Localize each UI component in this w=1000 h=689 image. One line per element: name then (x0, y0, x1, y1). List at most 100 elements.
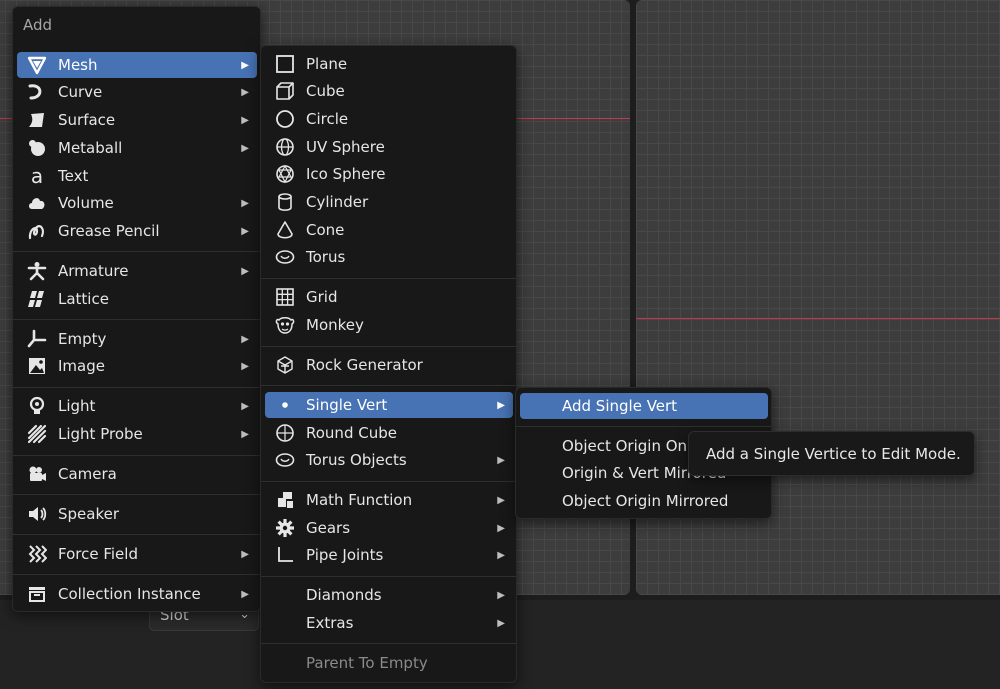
circle-icon (274, 108, 296, 130)
menu-separator (13, 494, 260, 495)
menu-item-single-vert[interactable]: Single Vert ▶ (265, 392, 513, 418)
menu-item-add-single-vert[interactable]: Add Single Vert (520, 393, 768, 419)
menu-item-label: Curve (58, 83, 103, 101)
menu-item-label: Parent To Empty (306, 654, 428, 672)
menu-item-monkey[interactable]: Monkey (265, 312, 513, 338)
menu-item-force-field[interactable]: Force Field ▶ (17, 541, 257, 567)
x-axis-line (516, 118, 630, 119)
blank-icon (274, 652, 296, 674)
menu-item-cube[interactable]: Cube (265, 78, 513, 104)
force-field-icon (26, 543, 48, 565)
vertex-dot-icon (274, 394, 296, 416)
menu-item-label: Round Cube (306, 424, 397, 442)
menu-item-label: Pipe Joints (306, 546, 384, 564)
submenu-arrow-icon: ▶ (241, 114, 249, 126)
add-menu: Add Mesh ▶ Curve ▶ Surface ▶ Metaball ▶ … (12, 6, 261, 612)
submenu-arrow-icon: ▶ (497, 522, 505, 534)
blank-icon (529, 490, 549, 512)
menu-item-label: Mesh (58, 56, 98, 74)
torus-objects-icon (274, 449, 296, 471)
menu-item-grease-pencil[interactable]: Grease Pencil ▶ (17, 218, 257, 244)
menu-item-collection-instance[interactable]: Collection Instance ▶ (17, 581, 257, 607)
submenu-arrow-icon: ▶ (241, 360, 249, 372)
menu-item-label: Object Origin Mirrored (562, 492, 729, 510)
menu-item-label: Single Vert (306, 396, 388, 414)
menu-item-parent-to-empty: Parent To Empty (265, 650, 513, 676)
menu-item-grid[interactable]: Grid (265, 284, 513, 310)
menu-item-volume[interactable]: Volume ▶ (17, 190, 257, 216)
menu-item-surface[interactable]: Surface ▶ (17, 107, 257, 133)
image-icon (26, 355, 48, 377)
menu-separator (261, 481, 516, 482)
menu-item-label: Diamonds (306, 586, 382, 604)
tooltip-text: Add a Single Vertice to Edit Mode. (706, 444, 961, 463)
menu-item-armature[interactable]: Armature ▶ (17, 258, 257, 284)
menu-item-circle[interactable]: Circle (265, 106, 513, 132)
cone-icon (274, 219, 296, 241)
menu-item-lattice[interactable]: Lattice (17, 286, 257, 312)
menu-item-label: Light Probe (58, 425, 143, 443)
menu-item-label: Torus Objects (306, 451, 407, 469)
menu-item-label: Force Field (58, 545, 138, 563)
menu-item-camera[interactable]: Camera (17, 461, 257, 487)
menu-item-pipe-joints[interactable]: Pipe Joints ▶ (265, 542, 513, 568)
menu-item-cone[interactable]: Cone (265, 217, 513, 243)
menu-item-speaker[interactable]: Speaker (17, 501, 257, 527)
monkey-icon (274, 314, 296, 336)
menu-separator (261, 278, 516, 279)
menu-item-image[interactable]: Image ▶ (17, 353, 257, 379)
menu-item-cylinder[interactable]: Cylinder (265, 189, 513, 215)
menu-item-uv-sphere[interactable]: UV Sphere (265, 134, 513, 160)
menu-item-rock-generator[interactable]: Rock Generator (265, 352, 513, 378)
menu-item-label: Armature (58, 262, 129, 280)
blank-icon (274, 612, 296, 634)
metaball-icon (26, 137, 48, 159)
camera-icon (26, 463, 48, 485)
menu-item-object-origin-mirrored[interactable]: Object Origin Mirrored (520, 488, 768, 514)
menu-item-label: Speaker (58, 505, 120, 523)
menu-item-label: Collection Instance (58, 585, 201, 603)
menu-separator (13, 534, 260, 535)
menu-item-torus-objects[interactable]: Torus Objects ▶ (265, 447, 513, 473)
menu-item-label: Monkey (306, 316, 364, 334)
menu-separator (261, 576, 516, 577)
menu-item-label: Gears (306, 519, 351, 537)
menu-item-ico-sphere[interactable]: Ico Sphere (265, 161, 513, 187)
menu-item-math-function[interactable]: Math Function ▶ (265, 487, 513, 513)
tooltip: Add a Single Vertice to Edit Mode. (688, 431, 975, 476)
menu-item-label: Lattice (58, 290, 109, 308)
blank-icon (529, 435, 549, 457)
menu-item-curve[interactable]: Curve ▶ (17, 79, 257, 105)
menu-separator (13, 319, 260, 320)
menu-item-label: Math Function (306, 491, 413, 509)
menu-item-label: Add Single Vert (562, 397, 678, 415)
menu-item-label: Circle (306, 110, 349, 128)
menu-item-label: Cone (306, 221, 345, 239)
rock-generator-icon (274, 354, 296, 376)
menu-item-label: Camera (58, 465, 117, 483)
menu-item-metaball[interactable]: Metaball ▶ (17, 135, 257, 161)
menu-separator (261, 385, 516, 386)
menu-item-gears[interactable]: Gears ▶ (265, 515, 513, 541)
menu-item-text[interactable]: a Text (17, 163, 257, 189)
menu-item-light[interactable]: Light ▶ (17, 393, 257, 419)
menu-item-plane[interactable]: Plane (265, 51, 513, 77)
menu-item-mesh[interactable]: Mesh ▶ (17, 52, 257, 78)
menu-item-extras[interactable]: Extras ▶ (265, 610, 513, 636)
menu-item-label: UV Sphere (306, 138, 385, 156)
menu-item-torus[interactable]: Torus (265, 244, 513, 270)
menu-item-label: Metaball (58, 139, 123, 157)
cylinder-icon (274, 191, 296, 213)
menu-item-empty[interactable]: Empty ▶ (17, 326, 257, 352)
grid-icon (274, 286, 296, 308)
menu-item-round-cube[interactable]: Round Cube (265, 420, 513, 446)
menu-item-light-probe[interactable]: Light Probe ▶ (17, 421, 257, 447)
grease-pencil-icon (26, 220, 48, 242)
menu-item-label: Empty (58, 330, 107, 348)
submenu-arrow-icon: ▶ (241, 548, 249, 560)
menu-item-label: Rock Generator (306, 356, 423, 374)
menu-item-label: Surface (58, 111, 116, 129)
submenu-arrow-icon: ▶ (497, 589, 505, 601)
menu-item-diamonds[interactable]: Diamonds ▶ (265, 582, 513, 608)
menu-item-label: Image (58, 357, 105, 375)
